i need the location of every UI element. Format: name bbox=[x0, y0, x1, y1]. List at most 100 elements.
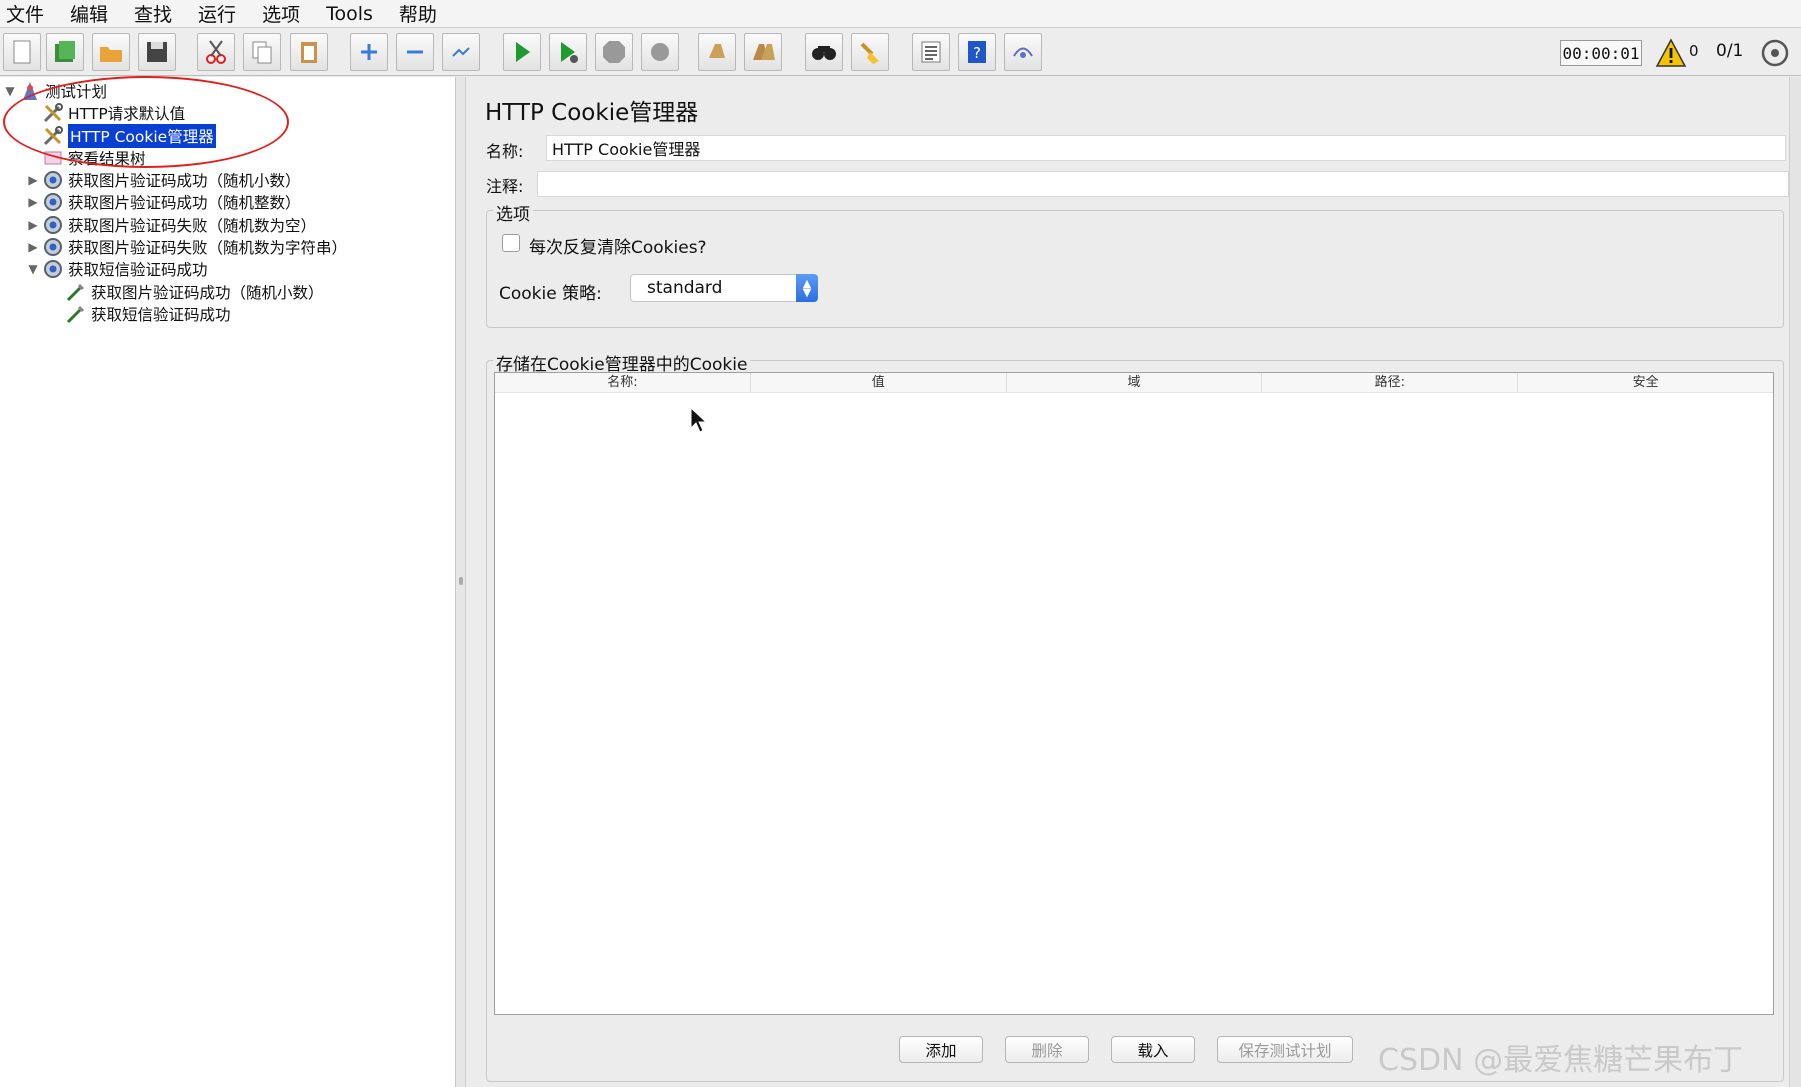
tree-item[interactable]: HTTP请求默认值 bbox=[25, 101, 185, 125]
tree-item[interactable]: ▼ 获取短信验证码成功 bbox=[25, 257, 208, 281]
active-threads: 0/1 bbox=[1716, 41, 1744, 61]
column-path[interactable]: 路径: bbox=[1262, 373, 1519, 392]
paste-icon[interactable] bbox=[290, 33, 328, 71]
menu-bar: 文件 编辑 查找 运行 选项 Tools 帮助 bbox=[0, 0, 1801, 28]
policy-label: Cookie 策略: bbox=[499, 284, 602, 304]
shutdown-icon bbox=[641, 33, 679, 71]
save-test-plan-button[interactable]: 保存测试计划 bbox=[1217, 1036, 1353, 1063]
thread-group-icon bbox=[41, 257, 65, 281]
tree-item-label: 察看结果树 bbox=[68, 150, 146, 168]
templates-icon[interactable] bbox=[46, 33, 84, 71]
tree-item[interactable]: HTTP Cookie管理器 bbox=[25, 124, 216, 148]
splitter-grip bbox=[459, 577, 463, 585]
tree-item[interactable]: ▶ 获取图片验证码成功（随机小数） bbox=[25, 168, 301, 192]
listener-icon bbox=[41, 146, 65, 170]
menu-help[interactable]: 帮助 bbox=[399, 0, 437, 27]
menu-tools[interactable]: Tools bbox=[326, 3, 373, 25]
cookies-table[interactable]: 名称: 值 域 路径: 安全 bbox=[494, 372, 1774, 1015]
options-title: 选项 bbox=[493, 200, 533, 225]
table-header: 名称: 值 域 路径: 安全 bbox=[495, 373, 1773, 393]
clear-cookies-checkbox[interactable] bbox=[502, 234, 520, 252]
clear-all-icon[interactable] bbox=[744, 33, 782, 71]
collapsed-chevron-icon[interactable]: ▶ bbox=[25, 173, 41, 187]
expanded-chevron-icon[interactable]: ▼ bbox=[2, 84, 18, 98]
split-pane-divider[interactable] bbox=[456, 77, 466, 1087]
collapsed-chevron-icon[interactable]: ▶ bbox=[25, 195, 41, 209]
warning-icon[interactable] bbox=[1655, 38, 1687, 68]
tree-item[interactable]: 获取图片验证码成功（随机小数） bbox=[48, 280, 324, 304]
tree-item[interactable]: ▼ 测试计划 bbox=[2, 79, 107, 103]
collapsed-chevron-icon[interactable]: ▶ bbox=[25, 218, 41, 232]
column-value[interactable]: 值 bbox=[751, 373, 1007, 392]
sampler-icon bbox=[64, 280, 88, 304]
watermark: CSDN @最爱焦糖芒果布丁 bbox=[1378, 1043, 1744, 1078]
tools-icon bbox=[41, 101, 65, 125]
new-icon[interactable] bbox=[3, 33, 41, 71]
clear-icon[interactable] bbox=[698, 33, 736, 71]
scrollbar[interactable] bbox=[1789, 77, 1801, 1087]
help-icon[interactable]: ? bbox=[958, 33, 996, 71]
tree-item-label: 获取图片验证码失败（随机数为空） bbox=[68, 217, 317, 235]
menu-search[interactable]: 查找 bbox=[134, 0, 172, 27]
svg-text:?: ? bbox=[973, 44, 981, 62]
collapsed-chevron-icon[interactable]: ▶ bbox=[25, 240, 41, 254]
tree-item-label: 测试计划 bbox=[45, 83, 108, 101]
tree-item[interactable]: 获取短信验证码成功 bbox=[48, 302, 231, 326]
expand-icon[interactable] bbox=[350, 33, 388, 71]
tree-item[interactable]: 察看结果树 bbox=[25, 146, 146, 170]
copy-icon[interactable] bbox=[243, 33, 281, 71]
function-helper-icon[interactable] bbox=[912, 33, 950, 71]
tree-item-label: HTTP Cookie管理器 bbox=[68, 124, 216, 148]
open-icon[interactable] bbox=[92, 33, 130, 71]
tree-item-label: 获取图片验证码成功（随机整数） bbox=[68, 194, 301, 212]
tree-item[interactable]: ▶ 获取图片验证码失败（随机数为空） bbox=[25, 213, 316, 237]
toggle-icon[interactable] bbox=[442, 33, 480, 71]
thread-group-icon bbox=[41, 190, 65, 214]
expanded-chevron-icon[interactable]: ▼ bbox=[25, 262, 41, 276]
collapse-icon[interactable] bbox=[396, 33, 434, 71]
tree-item-label: 获取短信验证码成功 bbox=[68, 261, 208, 279]
mouse-pointer-icon bbox=[690, 407, 708, 433]
column-name[interactable]: 名称: bbox=[495, 373, 751, 392]
test-plan-icon bbox=[18, 79, 42, 103]
start-no-pause-icon[interactable] bbox=[549, 33, 587, 71]
name-label: 名称: bbox=[486, 142, 524, 161]
comment-field[interactable] bbox=[537, 171, 1789, 197]
save-icon[interactable] bbox=[138, 33, 176, 71]
tree-item-label: 获取短信验证码成功 bbox=[91, 306, 231, 324]
load-button[interactable]: 载入 bbox=[1111, 1036, 1195, 1063]
remote-icon[interactable] bbox=[1004, 33, 1042, 71]
menu-run[interactable]: 运行 bbox=[198, 0, 236, 27]
cut-icon[interactable] bbox=[197, 33, 235, 71]
column-secure[interactable]: 安全 bbox=[1518, 373, 1773, 392]
gear-icon[interactable] bbox=[1760, 38, 1790, 68]
chevron-updown-icon: ▲ ▼ bbox=[796, 274, 818, 302]
tree-item-label: HTTP请求默认值 bbox=[68, 105, 186, 123]
tree-item-label: 获取图片验证码失败（随机数为字符串） bbox=[68, 239, 348, 257]
test-plan-tree: ▼ 测试计划 HTTP请求默认值 HTTP Cookie管理器察看结果树 ▶ 获取图片验证… bbox=[0, 77, 456, 1087]
thread-group-icon bbox=[41, 235, 65, 259]
delete-button[interactable]: 删除 bbox=[1005, 1036, 1089, 1063]
tree-item-label: 获取图片验证码成功（随机小数） bbox=[68, 172, 301, 190]
tree-item[interactable]: ▶ 获取图片验证码成功（随机整数） bbox=[25, 190, 301, 214]
menu-options[interactable]: 选项 bbox=[262, 0, 300, 27]
thread-group-icon bbox=[41, 168, 65, 192]
sampler-icon bbox=[64, 302, 88, 326]
tree-item[interactable]: ▶ 获取图片验证码失败（随机数为字符串） bbox=[25, 235, 347, 259]
add-button[interactable]: 添加 bbox=[899, 1036, 983, 1063]
cookie-manager-panel: HTTP Cookie管理器 名称: HTTP Cookie管理器 注释: 选项… bbox=[467, 77, 1801, 1087]
warning-count: 0 bbox=[1689, 42, 1699, 60]
start-icon[interactable] bbox=[503, 33, 541, 71]
search-icon[interactable] bbox=[805, 33, 843, 71]
name-field[interactable]: HTTP Cookie管理器 bbox=[546, 135, 1786, 161]
options-group bbox=[486, 210, 1784, 328]
column-domain[interactable]: 域 bbox=[1007, 373, 1263, 392]
reset-search-icon[interactable] bbox=[851, 33, 889, 71]
policy-value: standard bbox=[647, 278, 723, 298]
elapsed-timer: 00:00:01 bbox=[1560, 40, 1642, 66]
toolbar: ? 00:00:01 0 0/1 bbox=[0, 28, 1801, 76]
menu-file[interactable]: 文件 bbox=[6, 0, 44, 27]
thread-group-icon bbox=[41, 213, 65, 237]
menu-edit[interactable]: 编辑 bbox=[70, 0, 108, 27]
cookie-policy-select[interactable]: standard ▲ ▼ bbox=[630, 274, 818, 302]
